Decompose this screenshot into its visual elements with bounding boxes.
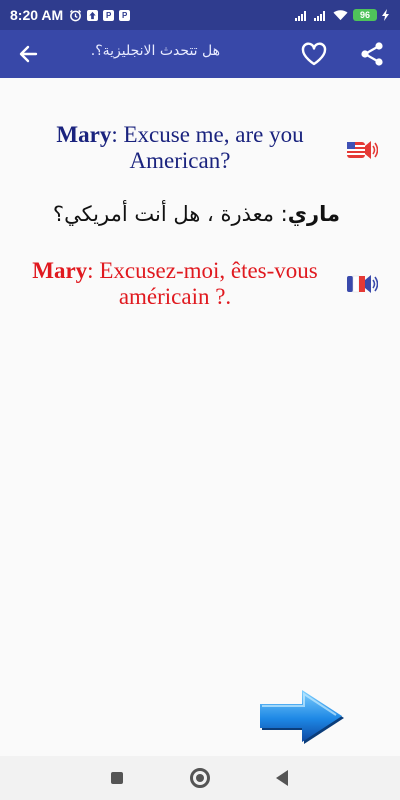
us-flag-speaker-icon bbox=[347, 141, 379, 159]
share-button[interactable] bbox=[356, 38, 388, 70]
sentence-text: Excusez-moi, êtes-vous américain ?. bbox=[99, 258, 318, 309]
charging-icon bbox=[382, 9, 389, 21]
speaker-separator: : bbox=[274, 202, 288, 226]
page-title: هل تتحدث الانجليزية؟. bbox=[90, 43, 220, 59]
arrow-left-icon bbox=[19, 45, 38, 63]
app-bar: هل تتحدث الانجليزية؟. bbox=[0, 30, 400, 78]
notification-icons: P P bbox=[69, 9, 131, 22]
alarm-clock-icon bbox=[70, 9, 82, 21]
system-back-button[interactable] bbox=[276, 770, 288, 786]
wifi-icon bbox=[333, 10, 348, 21]
speaker-name: Mary bbox=[56, 122, 112, 147]
sentence-text: Excuse me, are you American? bbox=[123, 122, 304, 173]
next-button[interactable] bbox=[250, 684, 346, 746]
fr-flag-speaker-icon bbox=[347, 275, 379, 293]
upload-icon bbox=[87, 9, 99, 21]
speaker-separator: : bbox=[87, 258, 100, 283]
back-button[interactable] bbox=[12, 38, 44, 70]
play-french-button[interactable] bbox=[346, 272, 379, 296]
english-sentence: Mary: Excuse me, are you American? bbox=[30, 122, 330, 174]
conversation-content: Mary: Excuse me, are you American? ماري:… bbox=[0, 78, 400, 756]
status-time: 8:20 AM bbox=[10, 7, 64, 23]
speaker-name: Mary bbox=[32, 258, 88, 283]
parking-icon: P bbox=[119, 9, 131, 21]
status-bar: 8:20 AM P P 96 bbox=[0, 0, 400, 30]
share-icon bbox=[361, 42, 383, 66]
sentence-text: معذرة ، هل أنت أمريكي؟ bbox=[52, 202, 274, 226]
favorite-button[interactable] bbox=[298, 38, 330, 70]
french-sentence: Mary: Excusez-moi, êtes-vous américain ?… bbox=[10, 258, 340, 310]
speaker-name: ماري bbox=[287, 202, 340, 226]
battery-indicator: 96 bbox=[353, 9, 377, 21]
play-english-button[interactable] bbox=[346, 138, 379, 162]
next-arrow-icon bbox=[260, 690, 344, 744]
signal-icon bbox=[314, 11, 325, 21]
arabic-sentence: ماري: معذرة ، هل أنت أمريكي؟ bbox=[40, 202, 340, 226]
parking-icon: P bbox=[103, 9, 115, 21]
recent-apps-button[interactable] bbox=[111, 772, 123, 784]
system-icons: 96 bbox=[295, 9, 390, 21]
speaker-separator: : bbox=[111, 122, 124, 147]
home-button[interactable] bbox=[190, 768, 210, 788]
signal-icon bbox=[295, 11, 306, 21]
heart-outline-icon bbox=[301, 42, 327, 66]
system-navigation-bar bbox=[0, 756, 400, 800]
